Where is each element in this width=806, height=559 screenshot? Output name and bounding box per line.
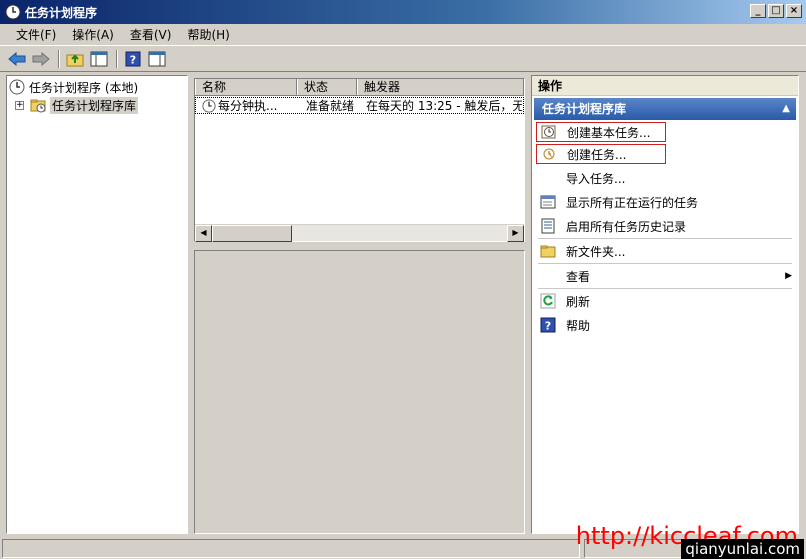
scroll-left-button[interactable]: ◀ (195, 225, 212, 242)
forward-button[interactable] (30, 48, 52, 70)
task-clock-icon (202, 98, 216, 113)
action-label: 新文件夹... (566, 244, 626, 259)
history-icon (541, 218, 555, 234)
status-cell-main (2, 539, 580, 558)
menu-view[interactable]: 查看(V) (122, 24, 180, 45)
tree-item-label: 任务计划程序库 (50, 96, 139, 114)
list-header: 名称 状态 触发器 (195, 79, 524, 96)
tree-item-library[interactable]: + 任务计划程序库 (9, 96, 185, 114)
action-view[interactable]: 查看 ▶ (532, 264, 798, 288)
toolbar: ? (0, 45, 806, 72)
tree-item-label: 任务计划程序 (本地) (29, 80, 139, 95)
action-label: 导入任务... (566, 171, 626, 186)
detail-pane (194, 250, 525, 534)
actions-section-header[interactable]: 任务计划程序库 ▲ (534, 98, 796, 120)
help-toolbar-button[interactable]: ? (122, 48, 144, 70)
folder-clock-icon (30, 99, 46, 113)
help-icon: ? (125, 51, 141, 66)
action-label: 查看 (566, 269, 591, 284)
action-new-folder[interactable]: 新文件夹... (532, 239, 798, 263)
minimize-button[interactable]: _ (750, 4, 766, 18)
forward-arrow-icon (32, 51, 50, 66)
action-import-task[interactable]: 导入任务... (532, 166, 798, 190)
submenu-arrow-icon: ▶ (785, 271, 792, 281)
task-status: 准备就绪 (306, 99, 355, 113)
collapse-icon[interactable]: ▲ (782, 98, 790, 120)
action-label: 帮助 (566, 318, 591, 333)
maximize-button[interactable]: □ (768, 4, 784, 18)
title-bar: 任务计划程序 _ □ × (0, 0, 806, 24)
action-label: 刷新 (566, 294, 591, 309)
create-task-icon (543, 148, 555, 160)
action-refresh[interactable]: 刷新 (532, 289, 798, 313)
task-list: 名称 状态 触发器 每分钟执... 准备就绪 在每天的 13:25 - 触发后，… (194, 78, 525, 242)
watermark-site: qianyunlai.com (681, 539, 804, 559)
console-tree-icon (90, 51, 108, 66)
show-hide-console-tree-button[interactable] (88, 48, 110, 70)
action-show-running-tasks[interactable]: 显示所有正在运行的任务 (532, 190, 798, 214)
scroll-right-button[interactable]: ▶ (507, 225, 524, 242)
actions-header: 操作 (532, 76, 798, 96)
menu-action[interactable]: 操作(A) (64, 24, 122, 45)
close-button[interactable]: × (786, 4, 802, 18)
refresh-icon (540, 293, 556, 309)
svg-text:?: ? (130, 53, 136, 66)
help-icon: ? (540, 317, 556, 333)
svg-text:?: ? (545, 320, 551, 333)
toolbar-separator (58, 49, 60, 68)
action-label: 创建任务... (567, 147, 627, 162)
folder-icon (540, 245, 556, 258)
action-create-basic-task[interactable]: 创建基本任务... (536, 122, 666, 142)
action-pane-icon (148, 51, 166, 66)
console-tree: 任务计划程序 (本地) + 任务计划程序库 (6, 75, 188, 534)
action-label: 启用所有任务历史记录 (566, 219, 687, 234)
menu-file[interactable]: 文件(F) (8, 24, 64, 45)
back-arrow-icon (8, 51, 26, 66)
table-row[interactable]: 每分钟执... 准备就绪 在每天的 13:25 - 触发后，无 (195, 97, 524, 114)
horizontal-scrollbar[interactable]: ◀ ▶ (195, 224, 524, 242)
show-hide-action-pane-button[interactable] (146, 48, 168, 70)
expand-icon[interactable]: + (15, 100, 24, 110)
column-header-trigger[interactable]: 触发器 (357, 79, 524, 95)
section-title: 任务计划程序库 (542, 102, 627, 116)
window-title: 任务计划程序 (25, 5, 98, 20)
task-name: 每分钟执... (218, 99, 278, 113)
action-enable-history[interactable]: 启用所有任务历史记录 (532, 214, 798, 238)
back-button[interactable] (6, 48, 28, 70)
create-basic-task-icon (541, 125, 556, 139)
toolbar-separator (116, 49, 118, 68)
actions-pane: 操作 任务计划程序库 ▲ 创建基本任务... 创建任务... 导入任务... 显… (531, 75, 799, 534)
column-header-name[interactable]: 名称 (195, 79, 297, 95)
up-folder-button[interactable] (64, 48, 86, 70)
up-folder-icon (66, 54, 84, 66)
column-header-status[interactable]: 状态 (297, 79, 357, 95)
scroll-thumb[interactable] (212, 225, 292, 242)
action-help[interactable]: ? 帮助 (532, 313, 798, 337)
action-label: 显示所有正在运行的任务 (566, 195, 699, 210)
running-tasks-icon (540, 195, 556, 209)
clock-icon (9, 79, 25, 95)
menu-help[interactable]: 帮助(H) (179, 24, 237, 45)
tree-item-root[interactable]: 任务计划程序 (本地) (9, 78, 185, 96)
task-trigger: 在每天的 13:25 - 触发后，无 (366, 99, 522, 113)
action-label: 创建基本任务... (567, 125, 651, 140)
clock-icon (5, 4, 21, 20)
menu-bar: 文件(F) 操作(A) 查看(V) 帮助(H) (0, 24, 806, 45)
action-create-task[interactable]: 创建任务... (536, 144, 666, 164)
